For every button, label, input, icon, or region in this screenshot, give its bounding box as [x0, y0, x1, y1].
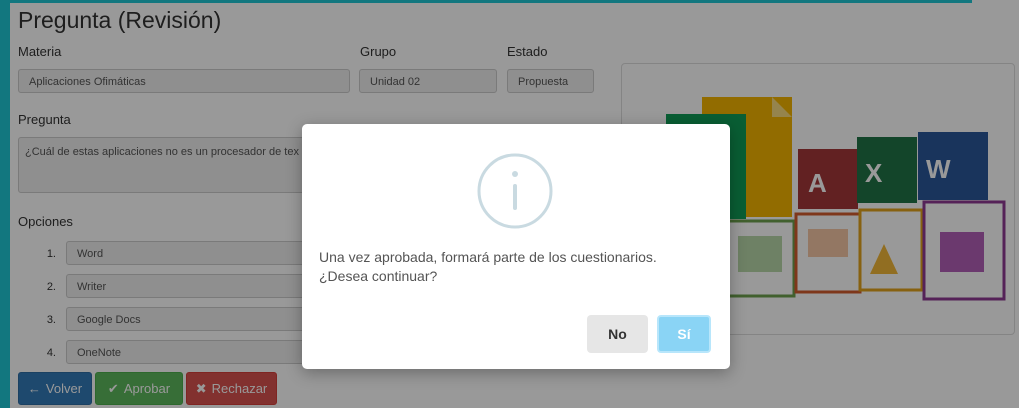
dialog-message-line1: Una vez aprobada, formará parte de los c… [319, 249, 657, 265]
dialog-message: Una vez aprobada, formará parte de los c… [319, 248, 657, 286]
info-icon [477, 153, 553, 229]
no-button[interactable]: No [587, 315, 648, 353]
confirm-dialog: Una vez aprobada, formará parte de los c… [302, 124, 730, 369]
dialog-message-line2: ¿Desea continuar? [319, 268, 438, 284]
si-button[interactable]: Sí [657, 315, 711, 353]
